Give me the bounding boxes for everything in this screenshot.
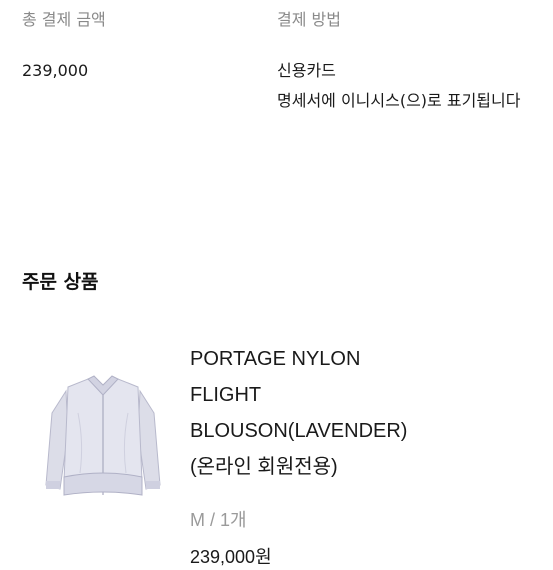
product-name[interactable]: PORTAGE NYLON FLIGHT BLOUSON(LAVENDER) (… [190,341,540,485]
order-items-title: 주문 상품 [22,271,99,293]
payment-method-label: 결제 방법 [277,10,341,29]
order-product-item[interactable]: PORTAGE NYLON FLIGHT BLOUSON(LAVENDER) (… [0,335,553,567]
payment-method-info: 신용카드 명세서에 이니시스(으)로 표기됩니다 [277,56,539,116]
product-image[interactable] [44,373,162,505]
product-price: 239,000원 [190,547,272,567]
payment-method-note: 명세서에 이니시스(으)로 표기됩니다 [277,91,521,110]
total-amount-value: 239,000 [22,61,89,80]
jacket-icon [45,375,161,496]
product-name-line-3: BLOUSON(LAVENDER) [190,420,408,442]
product-name-line-1: PORTAGE NYLON [190,348,361,370]
product-name-line-2: FLIGHT [190,384,262,406]
product-option: M / 1개 [190,510,247,530]
total-amount-label: 총 결제 금액 [22,10,106,29]
product-name-line-4: (온라인 회원전용) [190,456,338,478]
payment-method-value: 신용카드 [277,61,336,80]
